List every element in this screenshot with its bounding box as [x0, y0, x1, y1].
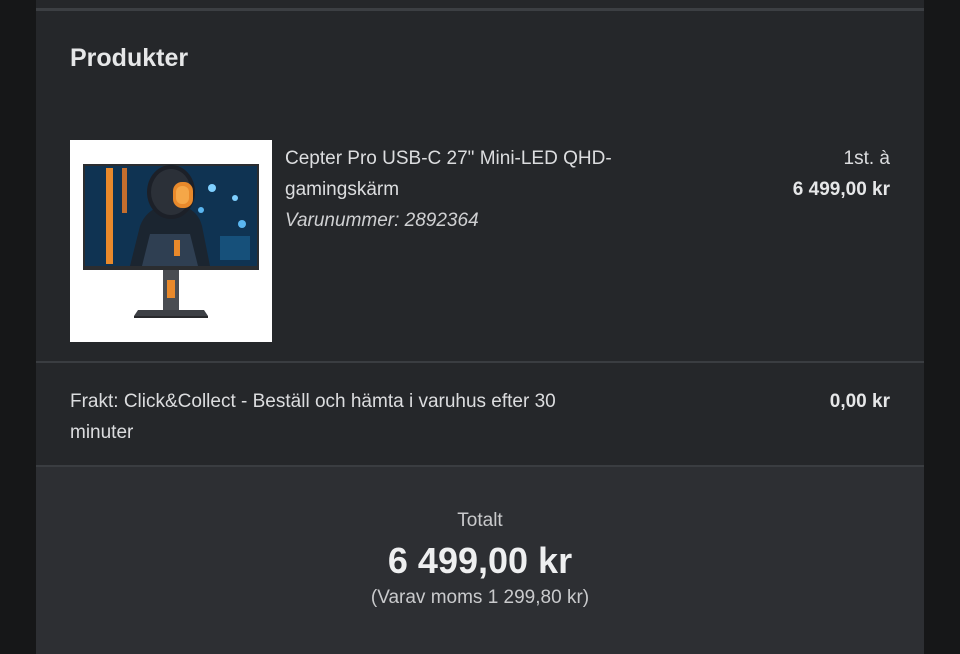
total-section: Totalt 6 499,00 kr (Varav moms 1 299,80 …: [36, 467, 924, 654]
top-divider: [36, 8, 924, 11]
products-heading: Produkter: [70, 44, 189, 72]
divider: [36, 361, 924, 363]
shipping-description: Frakt: Click&Collect - Beställ och hämta…: [70, 391, 556, 443]
product-price: 6 499,00 kr: [792, 179, 890, 200]
order-summary-panel: Produkter Cepter Pro USB-C 27" Mini-LED …: [36, 0, 924, 654]
product-image[interactable]: [70, 140, 272, 342]
product-sku: Varunummer: 2892364: [285, 210, 479, 231]
monitor-product-image: [83, 164, 259, 318]
product-name[interactable]: Cepter Pro USB-C 27" Mini-LED QHD-gaming…: [285, 143, 675, 205]
total-amount: 6 499,00 kr: [387, 540, 573, 581]
total-label: Totalt: [457, 510, 503, 531]
shipping-price: 0,00 kr: [829, 391, 890, 412]
product-quantity: 1st. à: [843, 148, 890, 169]
vat-amount: (Varav moms 1 299,80 kr): [370, 587, 590, 608]
